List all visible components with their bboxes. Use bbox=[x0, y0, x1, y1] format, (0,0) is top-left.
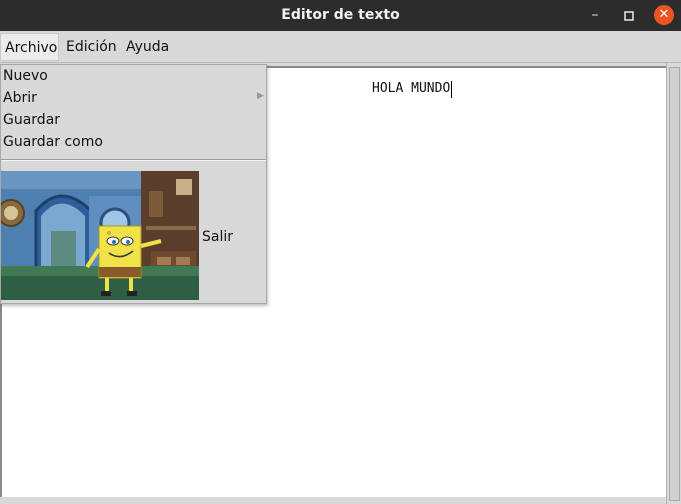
vertical-scrollbar[interactable] bbox=[666, 63, 681, 504]
close-icon[interactable]: ✕ bbox=[654, 5, 674, 25]
window-title: Editor de texto bbox=[281, 7, 400, 23]
maximize-icon[interactable] bbox=[619, 0, 639, 31]
menu-bar: Archivo Edición Ayuda bbox=[0, 31, 681, 63]
submenu-arrow-icon: ▶ bbox=[257, 91, 264, 101]
text-cursor bbox=[451, 81, 452, 98]
editor-content: HOLA MUNDO bbox=[372, 81, 451, 96]
horizontal-scrollbar[interactable] bbox=[0, 497, 666, 504]
scrollbar-thumb[interactable] bbox=[669, 67, 680, 501]
menu-item-salir[interactable]: Salir bbox=[202, 226, 233, 248]
menu-item-nuevo[interactable]: Nuevo bbox=[3, 65, 48, 87]
menu-edicion[interactable]: Edición bbox=[62, 33, 121, 61]
menu-item-abrir[interactable]: Abrir bbox=[3, 87, 37, 109]
archivo-dropdown-menu: Nuevo Abrir ▶ Guardar Guardar como Salir bbox=[0, 64, 267, 304]
menu-ayuda[interactable]: Ayuda bbox=[122, 33, 173, 61]
menu-item-guardar[interactable]: Guardar bbox=[3, 109, 60, 131]
menu-item-guardar-como[interactable]: Guardar como bbox=[3, 131, 103, 153]
spongebob-image[interactable] bbox=[1, 171, 199, 300]
minimize-icon[interactable]: – bbox=[585, 0, 605, 31]
title-bar: Editor de texto – ✕ bbox=[0, 0, 681, 31]
menu-archivo[interactable]: Archivo bbox=[0, 33, 59, 61]
menu-separator bbox=[1, 159, 266, 161]
